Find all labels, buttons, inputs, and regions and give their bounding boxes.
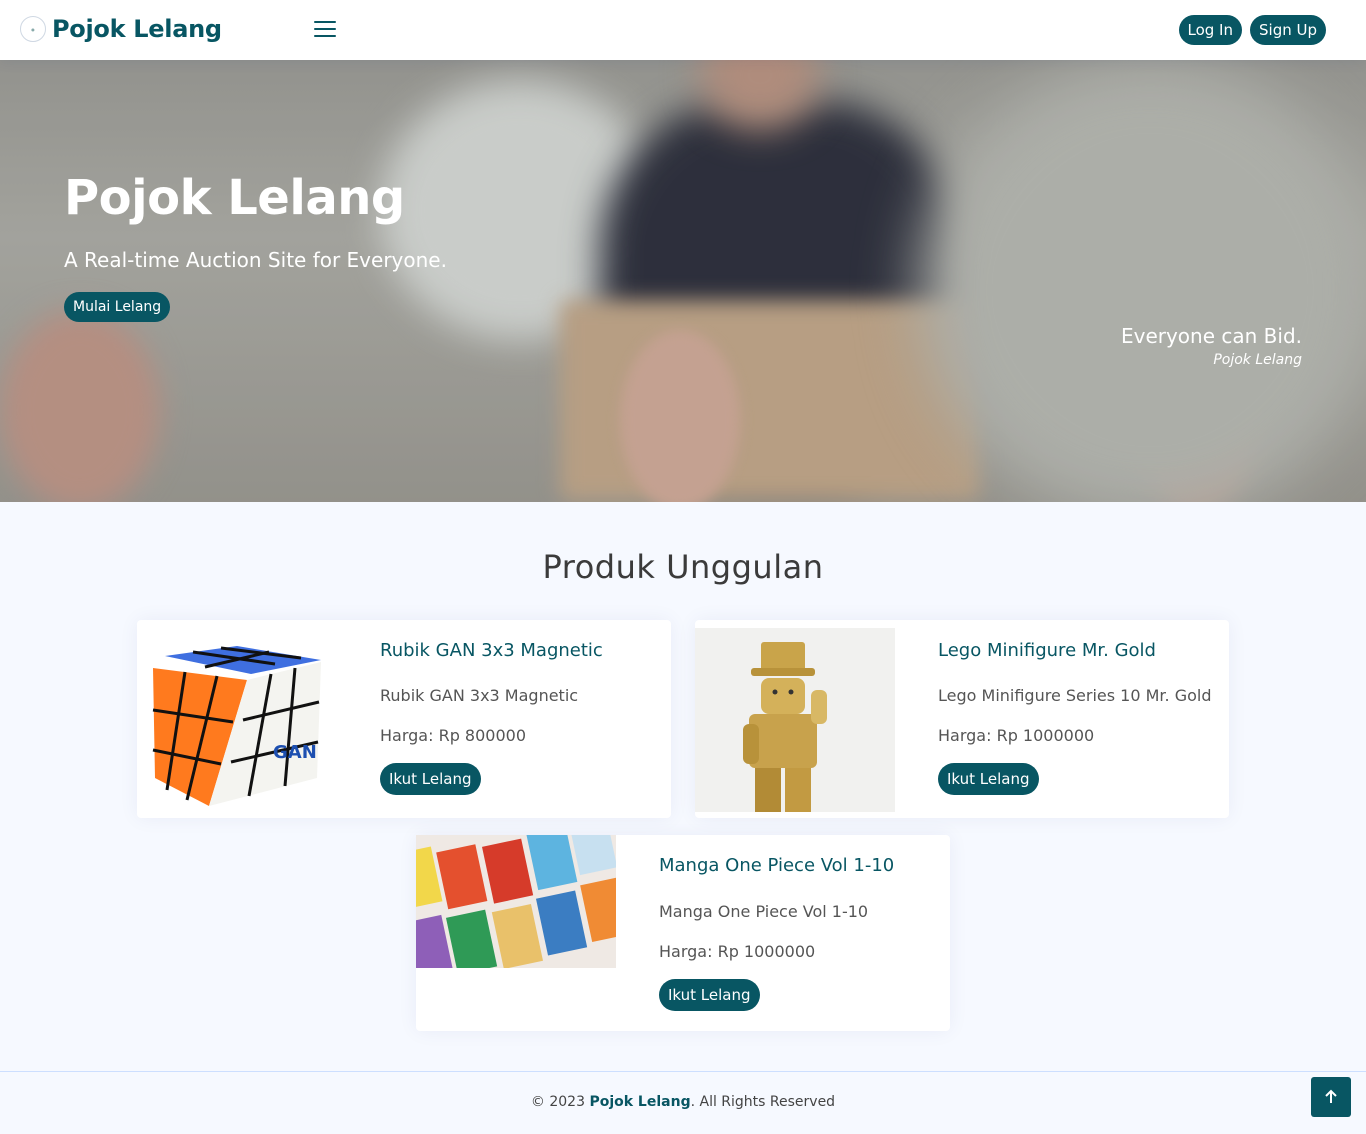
lego-figure-icon [743,642,827,812]
quote-author: Pojok Lelang [1213,352,1302,368]
brand-logo[interactable]: ● Pojok Lelang [20,14,222,44]
start-auction-button[interactable]: Mulai Lelang [64,292,171,322]
product-image-manga[interactable] [416,835,616,968]
product-image-rubik[interactable]: GAN [145,628,345,812]
login-button[interactable]: Log In [1178,15,1242,45]
product-description: Manga One Piece Vol 1-10 [659,902,869,921]
product-image-lego[interactable] [695,628,895,812]
copyright: © 2023 Pojok Lelang. All Rights Reserved [0,1094,1366,1110]
product-name[interactable]: Lego Minifigure Mr. Gold [938,640,1156,661]
join-auction-wrap: Ikut Lelang [380,763,481,795]
site-footer: © 2023 Pojok Lelang. All Rights Reserved [0,1071,1366,1134]
hero-quote: Everyone can Bid. Pojok Lelang [1121,324,1302,368]
products-title: Produk Unggulan [542,548,824,586]
hero-overlay [0,60,1366,502]
product-card: Manga One Piece Vol 1-10 Manga One Piece… [416,835,950,1031]
site-header: ● Pojok Lelang Log In Sign Up [0,0,1366,60]
hero-title: Pojok Lelang [64,170,405,226]
join-auction-button[interactable]: Ikut Lelang [659,979,760,1011]
brand-name[interactable]: Pojok Lelang [52,14,222,44]
join-auction-button[interactable]: Ikut Lelang [380,763,481,795]
arrow-up-icon [1325,1089,1337,1103]
rubik-cube-icon: GAN [152,646,321,806]
product-description: Rubik GAN 3x3 Magnetic [380,686,579,705]
product-price: Harga: Rp 800000 [380,726,527,745]
logo-icon: ● [20,16,46,42]
hero-banner: Pojok Lelang A Real-time Auction Site fo… [0,60,1366,502]
product-name[interactable]: Rubik GAN 3x3 Magnetic [380,640,603,661]
product-name[interactable]: Manga One Piece Vol 1-10 [659,855,894,876]
quote-text: Everyone can Bid. [1120,324,1302,348]
menu-toggle-icon[interactable] [313,17,339,41]
product-card: GAN Rubik GAN 3x3 Magnetic Rubik GAN 3x3… [137,620,671,818]
product-price: Harga: Rp 1000000 [938,726,1095,745]
auth-buttons: Log In Sign Up [1178,15,1326,45]
hero-cta-wrap: Mulai Lelang [64,292,171,322]
manga-books-icon [416,835,616,968]
join-auction-wrap: Ikut Lelang [659,979,760,1011]
product-card: Lego Minifigure Mr. Gold Lego Minifigure… [695,620,1229,818]
back-to-top-button[interactable] [1311,1077,1351,1117]
join-auction-button[interactable]: Ikut Lelang [938,763,1039,795]
product-price: Harga: Rp 1000000 [659,942,816,961]
hero-subtitle: A Real-time Auction Site for Everyone. [64,248,447,272]
product-description: Lego Minifigure Series 10 Mr. Gold [938,686,1212,705]
copyright-brand: Pojok Lelang [589,1094,691,1110]
copyright-prefix: © 2023 [530,1094,590,1110]
svg-text:GAN: GAN [273,742,317,763]
join-auction-wrap: Ikut Lelang [938,763,1039,795]
signup-button[interactable]: Sign Up [1250,15,1326,45]
copyright-suffix: . All Rights Reserved [690,1094,836,1110]
